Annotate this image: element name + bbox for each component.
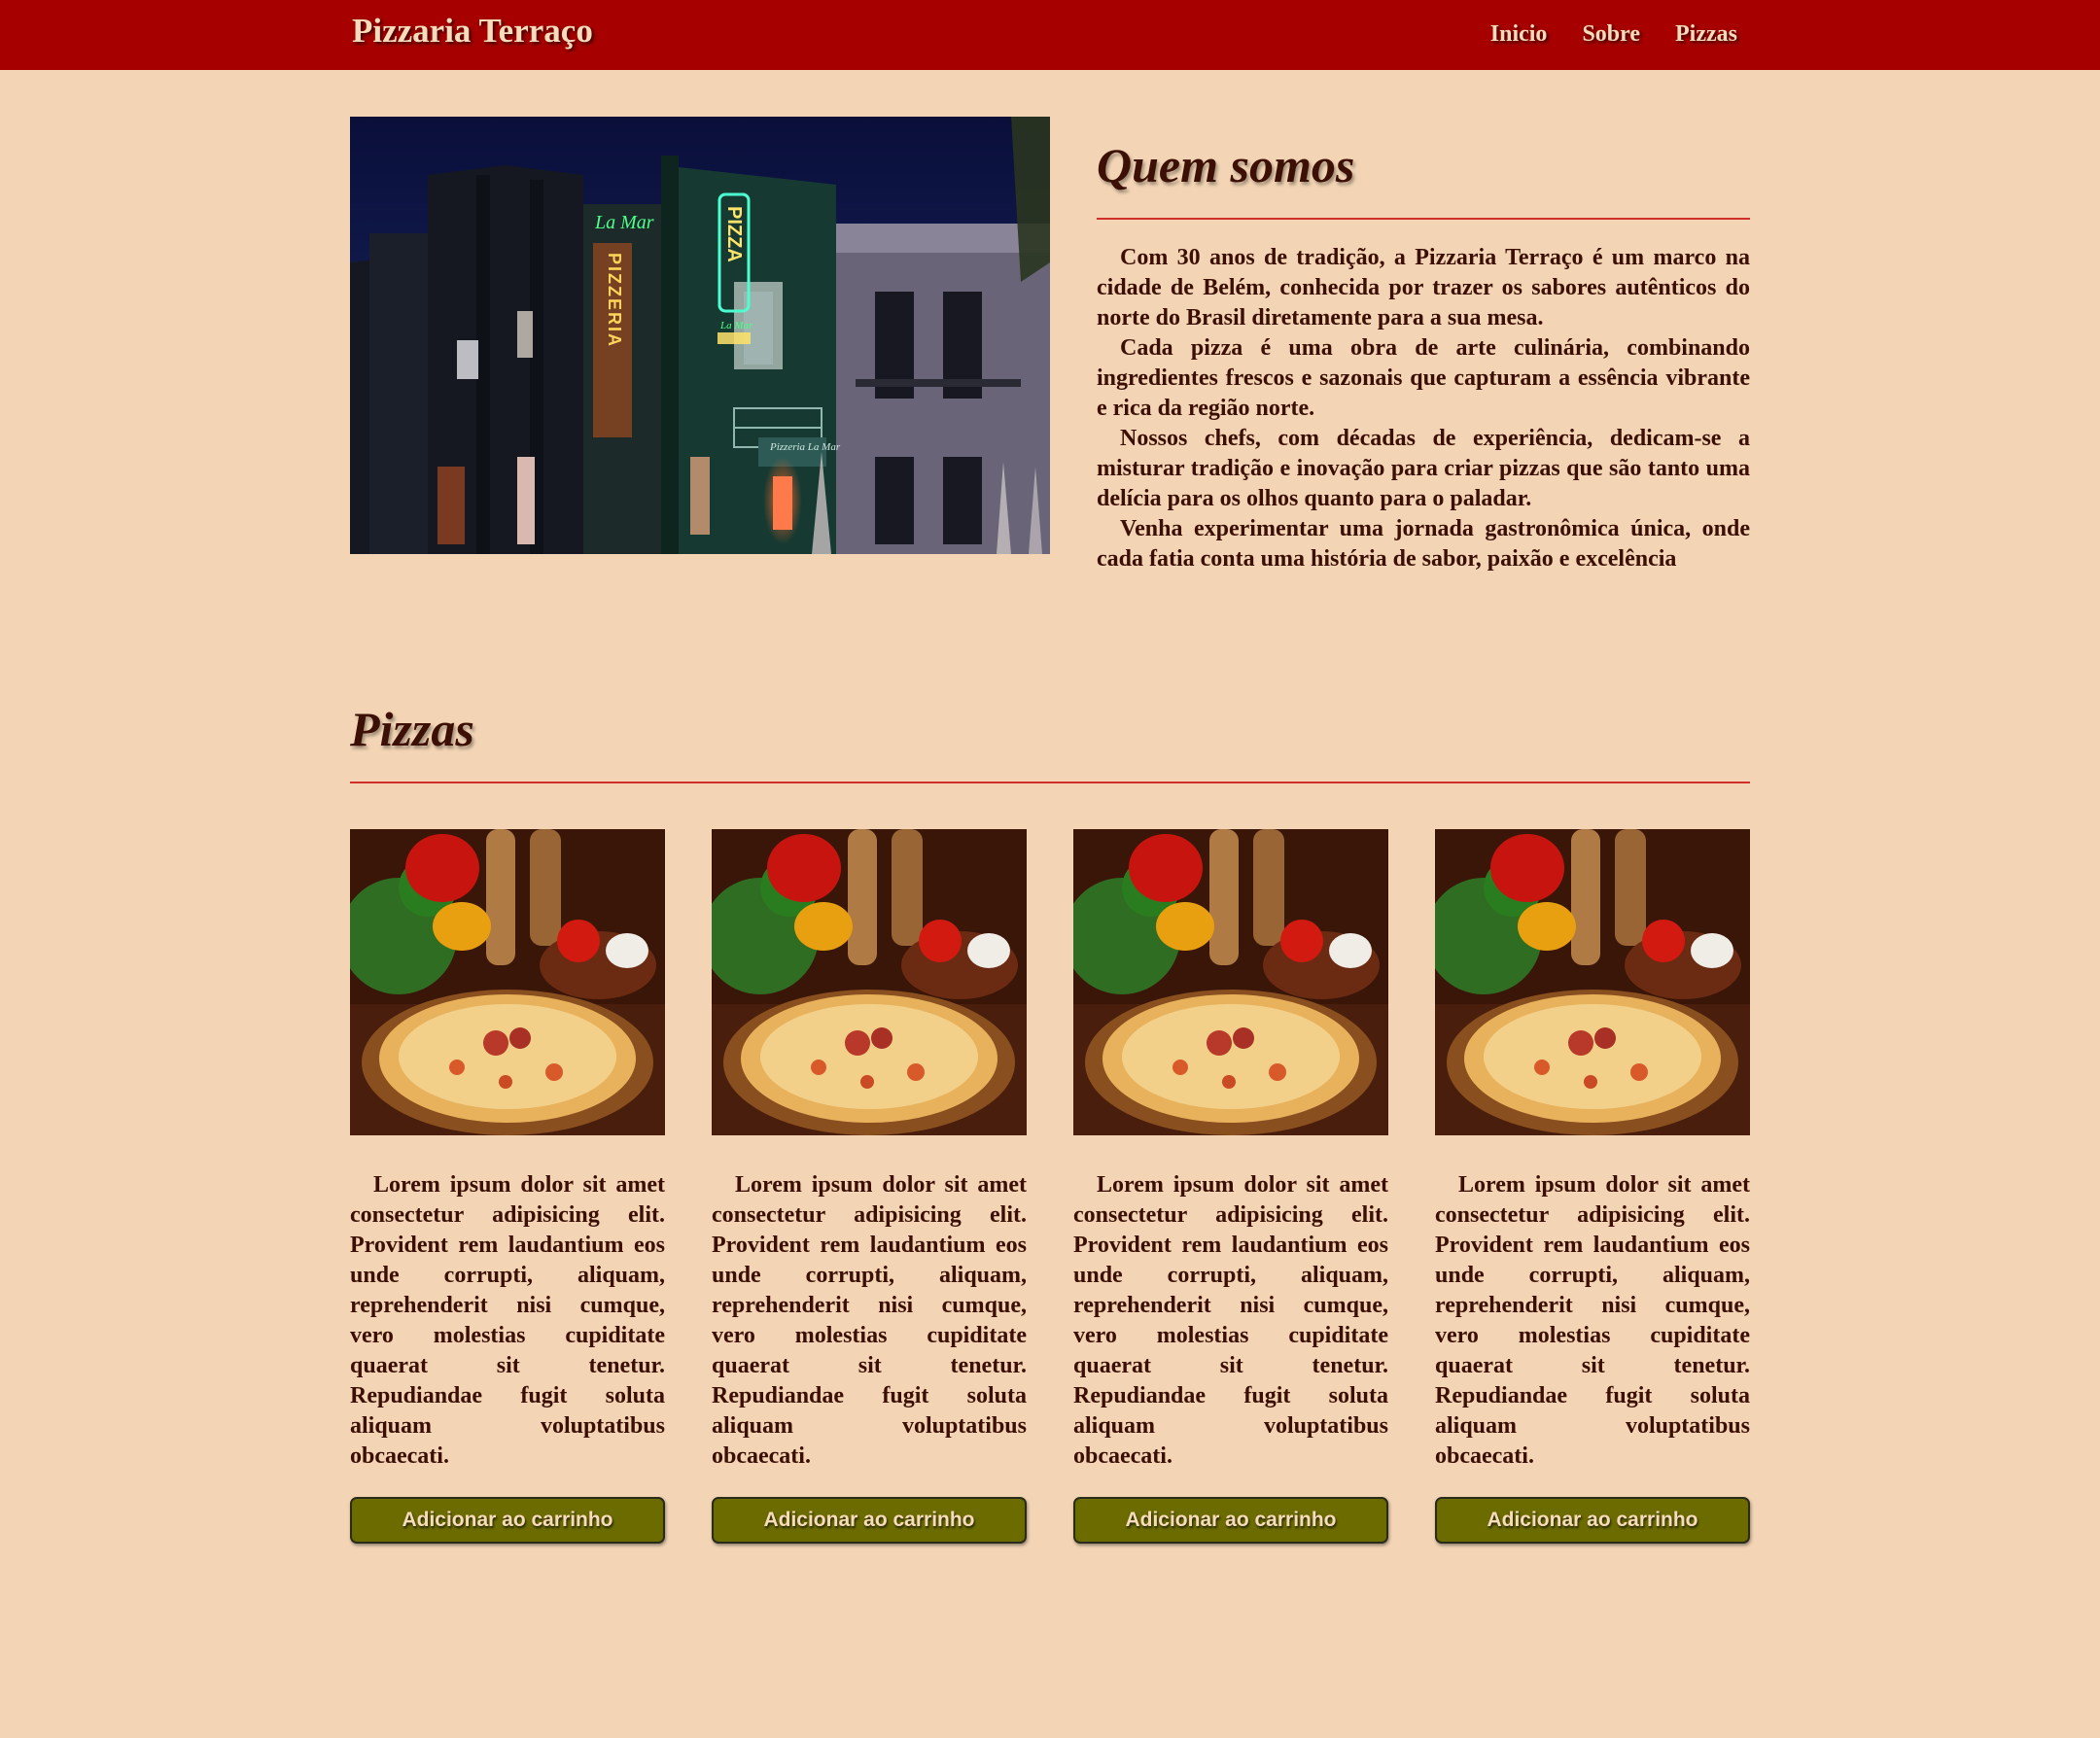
neon-sign-brand-right: La Mar	[719, 320, 753, 331]
pizza-card: Lorem ipsum dolor sit amet consectetur a…	[712, 829, 1027, 1544]
door-sign-text: Pizzeria La Mar	[769, 441, 841, 453]
add-to-cart-button[interactable]: Adicionar ao carrinho	[1435, 1497, 1750, 1544]
pizza-photo	[1073, 829, 1388, 1135]
pizza-description: Lorem ipsum dolor sit amet consectetur a…	[350, 1172, 665, 1469]
about-section: Quem somos Com 30 anos de tradição, a Pi…	[1097, 136, 1750, 574]
about-paragraph: Nossos chefs, com décadas de experiência…	[1097, 426, 1750, 511]
pizza-photo	[712, 829, 1027, 1135]
pizza-card: Lorem ipsum dolor sit amet consectetur a…	[350, 829, 665, 1544]
about-paragraph: Com 30 anos de tradição, a Pizzaria Terr…	[1097, 245, 1750, 330]
pizza-card: Lorem ipsum dolor sit amet consectetur a…	[1435, 829, 1750, 1544]
pizza-description: Lorem ipsum dolor sit amet consectetur a…	[712, 1172, 1027, 1469]
pizza-description: Lorem ipsum dolor sit amet consectetur a…	[1073, 1172, 1388, 1469]
pizza-description: Lorem ipsum dolor sit amet consectetur a…	[1435, 1172, 1750, 1469]
about-title: Quem somos	[1097, 138, 1355, 192]
nav-link-pizzas[interactable]: Pizzas	[1675, 21, 1737, 48]
nav-link-sobre[interactable]: Sobre	[1582, 21, 1640, 48]
pizza-cards: Lorem ipsum dolor sit amet consectetur a…	[350, 829, 1750, 1544]
about-paragraph: Venha experimentar uma jornada gastronôm…	[1097, 516, 1750, 572]
pizza-photo	[350, 829, 665, 1135]
neon-sign-brand-left: La Mar	[594, 212, 654, 233]
neon-sign-pizza: PIZZA	[723, 206, 745, 262]
main-nav: Inicio Sobre Pizzas	[1490, 21, 1737, 48]
add-to-cart-button[interactable]: Adicionar ao carrinho	[350, 1497, 665, 1544]
pizza-card: Lorem ipsum dolor sit amet consectetur a…	[1073, 829, 1388, 1544]
top-navbar: Pizzaria Terraço Inicio Sobre Pizzas	[0, 0, 2100, 70]
pizzas-title: Pizzas	[350, 702, 474, 756]
pizzas-section-header: Pizzas	[350, 700, 1750, 783]
pizzas-divider	[350, 782, 1750, 783]
add-to-cart-button[interactable]: Adicionar ao carrinho	[712, 1497, 1027, 1544]
pizza-photo	[1435, 829, 1750, 1135]
about-body: Com 30 anos de tradição, a Pizzaria Terr…	[1097, 243, 1750, 574]
neon-sign-pizzeria: PIZZERIA	[605, 253, 624, 348]
pizzeria-storefront-photo: La Mar PIZZERIA PIZZA La Mar Pizzeria La…	[350, 117, 1050, 554]
add-to-cart-button[interactable]: Adicionar ao carrinho	[1073, 1497, 1388, 1544]
about-paragraph: Cada pizza é uma obra de arte culinária,…	[1097, 335, 1750, 421]
about-divider	[1097, 218, 1750, 220]
nav-link-inicio[interactable]: Inicio	[1490, 21, 1548, 48]
brand-logo-text[interactable]: Pizzaria Terraço	[352, 12, 593, 51]
